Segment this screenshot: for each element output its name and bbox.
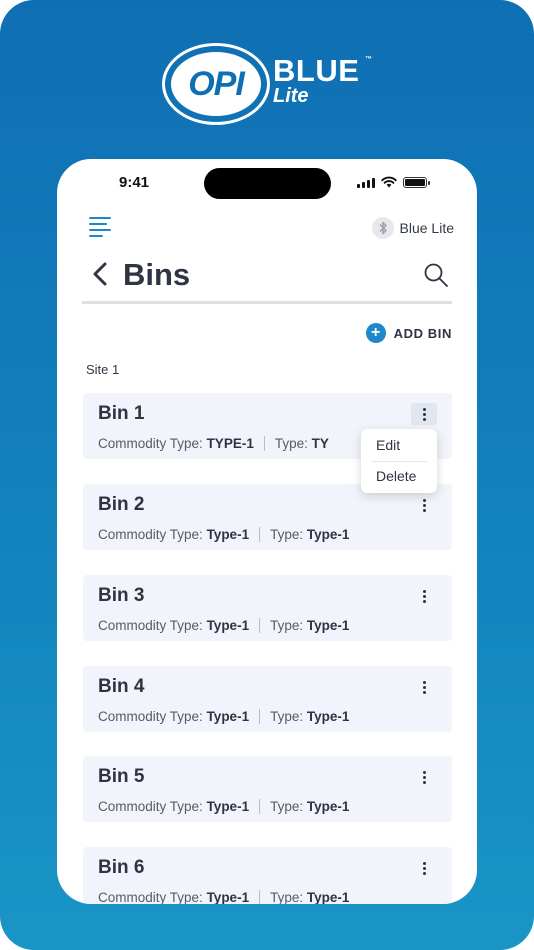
meta-divider: [263, 436, 265, 451]
bin-name: Bin 5: [98, 766, 145, 787]
commodity-type-label: Commodity Type:: [98, 890, 203, 904]
bluetooth-icon: [371, 217, 394, 239]
plus-circle-icon: +: [365, 323, 386, 343]
meta-divider: [259, 709, 261, 724]
more-options-icon[interactable]: [411, 494, 437, 516]
bin-meta: Commodity Type: Type-1 Type: Type-1: [98, 799, 349, 814]
title-divider: [82, 301, 452, 304]
commodity-type-label: Commodity Type:: [98, 436, 203, 451]
more-options-icon[interactable]: [411, 403, 437, 425]
phone-screen: 9:41 Blue Lite Bins + ADD BIN Site 1 Bin…: [57, 159, 477, 904]
more-options-icon[interactable]: [411, 676, 437, 698]
logo-mark-text: OPI: [188, 64, 245, 103]
type-label: Type:: [270, 527, 304, 542]
cellular-signal-icon: [357, 177, 375, 188]
opi-blue-lite-logo: OPI BLUE ™ Lite: [160, 41, 380, 127]
bin-card[interactable]: Bin 4 Commodity Type: Type-1 Type: Type-…: [83, 666, 452, 732]
bin-name: Bin 6: [98, 857, 145, 878]
bin-card[interactable]: Bin 5 Commodity Type: Type-1 Type: Type-…: [83, 756, 452, 822]
bin-context-menu: Edit Delete: [361, 429, 437, 493]
commodity-type-value: Type-1: [206, 618, 250, 633]
commodity-type-value: Type-1: [206, 527, 250, 542]
meta-divider: [259, 527, 261, 542]
type-label: Type:: [270, 618, 304, 633]
bin-meta: Commodity Type: Type-1 Type: Type-1: [98, 709, 349, 724]
type-value: Type-1: [306, 709, 350, 724]
meta-divider: [259, 890, 261, 904]
bin-meta: Commodity Type: Type-1 Type: Type-1: [98, 527, 349, 542]
meta-divider: [259, 618, 261, 633]
commodity-type-value: TYPE-1: [206, 436, 254, 451]
bluetooth-status[interactable]: Blue Lite: [371, 217, 454, 239]
status-time: 9:41: [119, 174, 150, 191]
wifi-icon: [381, 176, 397, 188]
meta-divider: [259, 799, 261, 814]
search-icon[interactable]: [423, 262, 449, 288]
type-label: Type:: [270, 890, 304, 904]
type-label: Type:: [270, 799, 304, 814]
type-value: Type-1: [306, 618, 350, 633]
bin-meta: Commodity Type: Type-1 Type: Type-1: [98, 618, 349, 633]
logo-name: BLUE: [273, 53, 360, 88]
bin-meta: Commodity Type: Type-1 Type: Type-1: [98, 890, 349, 904]
add-bin-label: ADD BIN: [393, 325, 452, 341]
bin-name: Bin 2: [98, 494, 145, 515]
type-value: Type-1: [306, 527, 350, 542]
menu-item-delete[interactable]: Delete: [376, 468, 416, 484]
more-options-icon[interactable]: [411, 766, 437, 788]
commodity-type-label: Commodity Type:: [98, 799, 203, 814]
back-chevron-icon[interactable]: [91, 261, 111, 287]
site-label: Site 1: [86, 362, 120, 377]
device-label: Blue Lite: [399, 220, 454, 236]
battery-icon: [403, 176, 430, 188]
commodity-type-label: Commodity Type:: [98, 709, 203, 724]
more-options-icon[interactable]: [411, 585, 437, 607]
type-value: Type-1: [306, 890, 350, 904]
bin-name: Bin 4: [98, 676, 145, 697]
bin-card[interactable]: Bin 3 Commodity Type: Type-1 Type: Type-…: [83, 575, 452, 641]
type-label: Type:: [270, 709, 304, 724]
status-icons: [357, 176, 430, 188]
app-store-frame: OPI BLUE ™ Lite 9:41 Blue Lite Bins + AD…: [0, 0, 534, 950]
bin-card[interactable]: Bin 2 Commodity Type: Type-1 Type: Type-…: [83, 484, 452, 550]
commodity-type-value: Type-1: [206, 890, 250, 904]
logo-subtitle: Lite: [273, 85, 309, 107]
commodity-type-label: Commodity Type:: [98, 527, 203, 542]
type-value: TY: [311, 436, 329, 451]
bin-meta: Commodity Type: TYPE-1 Type: TY: [98, 436, 329, 451]
type-value: Type-1: [306, 799, 350, 814]
bin-name: Bin 3: [98, 585, 145, 606]
commodity-type-label: Commodity Type:: [98, 618, 203, 633]
bin-name: Bin 1: [98, 403, 145, 424]
page-title: Bins: [123, 257, 191, 292]
logo-trademark: ™: [365, 56, 372, 63]
more-options-icon[interactable]: [411, 857, 437, 879]
hamburger-menu-icon[interactable]: [89, 215, 113, 237]
dynamic-island: [204, 168, 331, 199]
menu-item-edit[interactable]: Edit: [376, 437, 400, 453]
logo-oval-inner: OPI: [171, 52, 261, 116]
type-label: Type:: [274, 436, 308, 451]
bin-card[interactable]: Bin 6 Commodity Type: Type-1 Type: Type-…: [83, 847, 452, 904]
add-bin-button[interactable]: + ADD BIN: [365, 323, 452, 343]
commodity-type-value: Type-1: [206, 799, 250, 814]
menu-divider: [371, 461, 427, 462]
commodity-type-value: Type-1: [206, 709, 250, 724]
